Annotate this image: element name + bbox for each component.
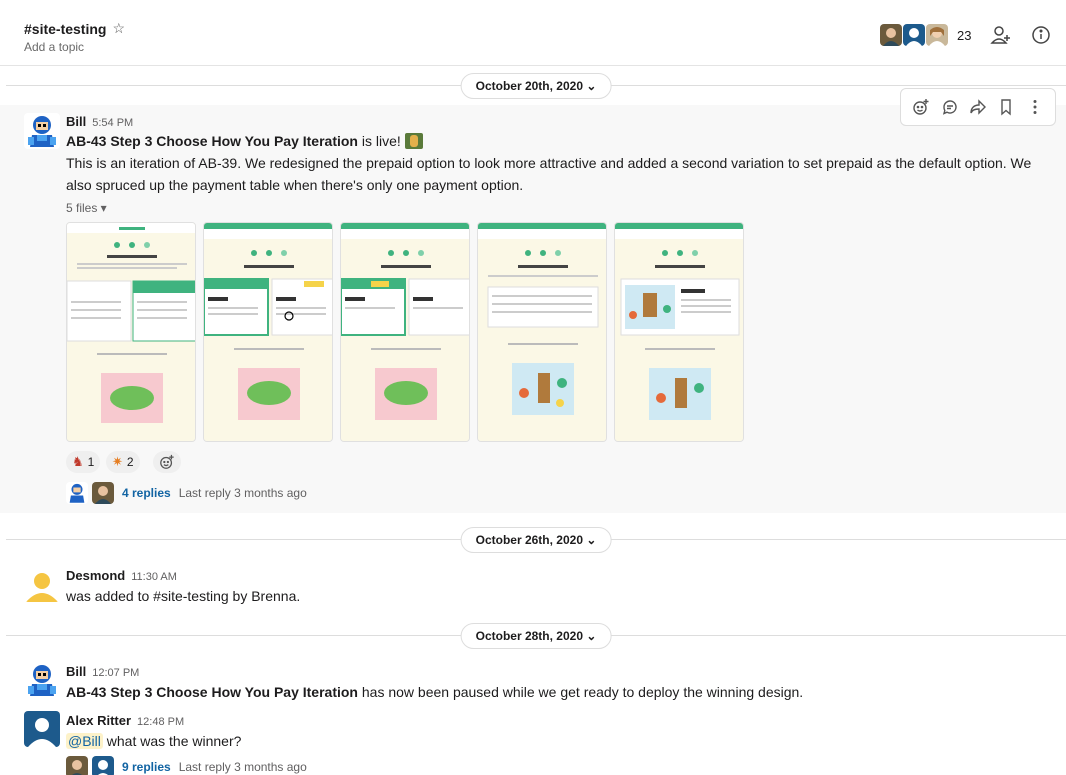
file-thumbnail[interactable] bbox=[340, 222, 470, 442]
message-author[interactable]: Bill 12:07 PM bbox=[66, 664, 139, 679]
date-jump-button[interactable]: October 26th, 2020 ⌄ bbox=[460, 527, 612, 553]
message-author[interactable]: Desmond 11:30 AM bbox=[66, 568, 177, 583]
last-reply-text: Last reply 3 months ago bbox=[178, 760, 307, 774]
thread-participant-avatar bbox=[92, 756, 114, 775]
message-body: @Bill what was the winner? bbox=[66, 733, 242, 749]
message-body: This is an iteration of AB-39. We redesi… bbox=[66, 155, 1032, 193]
add-reaction-button[interactable] bbox=[153, 451, 181, 473]
files-toggle[interactable]: 5 files ▾ bbox=[66, 201, 107, 215]
message-timestamp[interactable]: 12:07 PM bbox=[92, 667, 139, 679]
message-body: AB-43 Step 3 Choose How You Pay Iteratio… bbox=[66, 684, 804, 700]
emoji-image bbox=[404, 133, 423, 149]
reply-thread-icon[interactable] bbox=[939, 96, 961, 118]
channel-details-icon[interactable] bbox=[1030, 24, 1052, 46]
message-timestamp[interactable]: 12:48 PM bbox=[137, 716, 184, 728]
reaction-button[interactable]: ♞ 1 bbox=[66, 451, 101, 473]
message-title-line: AB-43 Step 3 Choose How You Pay Iteratio… bbox=[66, 130, 1056, 152]
channel-header: #site-testing ☆ Add a topic 23 bbox=[0, 0, 1066, 66]
star-icon[interactable]: ☆ bbox=[112, 20, 125, 37]
date-divider: October 26th, 2020 ⌄ bbox=[6, 527, 1066, 553]
avatar[interactable] bbox=[24, 566, 60, 602]
last-reply-text: Last reply 3 months ago bbox=[178, 486, 307, 500]
member-avatar bbox=[926, 24, 948, 46]
add-reaction-icon[interactable] bbox=[910, 96, 932, 118]
thread-participant-avatar bbox=[66, 482, 88, 504]
file-thumbnail[interactable] bbox=[66, 222, 196, 442]
avatar[interactable] bbox=[24, 113, 60, 149]
message-author[interactable]: Bill 5:54 PM bbox=[66, 114, 133, 129]
replies-link[interactable]: 9 replies bbox=[122, 760, 171, 774]
message-bill-2[interactable]: Bill 12:07 PM AB-43 Step 3 Choose How You… bbox=[0, 656, 1066, 706]
channel-name[interactable]: #site-testing bbox=[24, 21, 106, 37]
person-emoji-icon: ♞ bbox=[72, 454, 84, 469]
message-timestamp[interactable]: 5:54 PM bbox=[92, 117, 133, 129]
file-thumbnail[interactable] bbox=[614, 222, 744, 442]
add-member-icon[interactable] bbox=[990, 24, 1012, 46]
replies-link[interactable]: 4 replies bbox=[122, 486, 171, 500]
date-jump-button[interactable]: October 28th, 2020 ⌄ bbox=[460, 623, 612, 649]
date-jump-button[interactable]: October 20th, 2020 ⌄ bbox=[460, 73, 612, 99]
more-actions-icon[interactable] bbox=[1024, 96, 1046, 118]
thread-participant-avatar bbox=[66, 756, 88, 775]
avatar[interactable] bbox=[24, 711, 60, 747]
message-timestamp[interactable]: 11:30 AM bbox=[131, 571, 177, 583]
date-divider: October 20th, 2020 ⌄ bbox=[6, 73, 1066, 99]
channel-title[interactable]: #site-testing ☆ bbox=[24, 20, 125, 37]
bookmark-icon[interactable] bbox=[995, 96, 1017, 118]
member-count: 23 bbox=[957, 27, 972, 43]
file-thumbnail[interactable] bbox=[477, 222, 607, 442]
file-thumbnail[interactable] bbox=[203, 222, 333, 442]
thread-summary[interactable]: 4 replies Last reply 3 months ago bbox=[66, 482, 307, 504]
user-mention[interactable]: @Bill bbox=[66, 733, 103, 749]
member-avatar bbox=[903, 24, 925, 46]
thread-participant-avatar bbox=[92, 482, 114, 504]
message-alex-ritter[interactable]: Alex Ritter 12:48 PM @Bill what was the w… bbox=[0, 705, 1066, 775]
message-desmond[interactable]: Desmond 11:30 AM was added to #site-testi… bbox=[0, 560, 1066, 610]
add-reaction-icon bbox=[160, 454, 174, 469]
party-popper-icon: ✷ bbox=[112, 454, 123, 469]
date-divider: October 28th, 2020 ⌄ bbox=[6, 623, 1066, 649]
add-topic-link[interactable]: Add a topic bbox=[24, 40, 84, 54]
message-author[interactable]: Alex Ritter 12:48 PM bbox=[66, 713, 184, 728]
message-body: was added to #site-testing by Brenna. bbox=[66, 588, 301, 604]
member-list-button[interactable]: 23 bbox=[880, 24, 971, 46]
share-message-icon[interactable] bbox=[967, 96, 989, 118]
thread-summary[interactable]: 9 replies Last reply 3 months ago bbox=[66, 756, 307, 775]
reaction-button[interactable]: ✷ 2 bbox=[106, 451, 140, 473]
member-avatar bbox=[880, 24, 902, 46]
avatar[interactable] bbox=[24, 662, 60, 698]
